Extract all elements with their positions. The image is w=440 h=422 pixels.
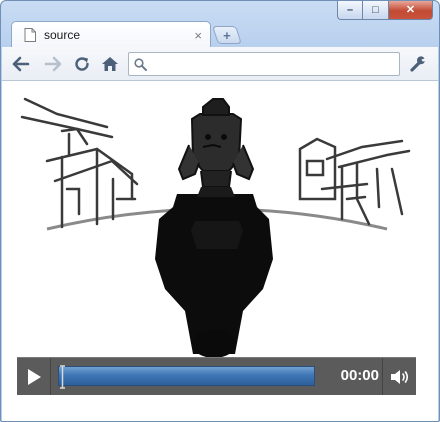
address-bar[interactable] — [128, 52, 400, 76]
toolbar — [2, 47, 438, 81]
search-icon — [134, 58, 147, 71]
tab-source[interactable]: source × — [11, 21, 211, 48]
new-tab-button[interactable]: + — [212, 26, 242, 44]
page-content: 00:00 — [2, 81, 438, 421]
scrubber-handle[interactable] — [60, 365, 65, 389]
volume-icon — [390, 369, 408, 384]
play-button[interactable] — [17, 358, 51, 395]
address-input[interactable] — [151, 54, 395, 74]
maximize-button[interactable]: □ — [363, 1, 389, 20]
tab-title: source — [44, 28, 81, 42]
close-window-button[interactable]: ✕ — [389, 1, 433, 20]
wrench-icon[interactable] — [408, 54, 428, 74]
volume-button[interactable] — [382, 358, 416, 395]
forward-arrow-icon[interactable] — [43, 54, 63, 74]
video-timeline[interactable] — [58, 365, 315, 389]
video-controls: 00:00 — [17, 357, 416, 395]
home-icon[interactable] — [100, 54, 120, 74]
reload-icon[interactable] — [72, 54, 92, 74]
time-display: 00:00 — [340, 367, 379, 384]
minimize-button[interactable]: – — [337, 1, 363, 20]
video-frame — [17, 89, 416, 359]
back-arrow-icon[interactable] — [11, 54, 31, 74]
close-tab-icon[interactable]: × — [194, 29, 202, 42]
plus-icon: + — [223, 27, 231, 43]
window-controls: – □ ✕ — [337, 1, 433, 21]
video-player[interactable]: 00:00 — [17, 89, 416, 396]
play-icon — [27, 368, 41, 385]
browser-window: – □ ✕ source × + 00:00 — [0, 0, 440, 422]
page-icon — [24, 28, 36, 42]
